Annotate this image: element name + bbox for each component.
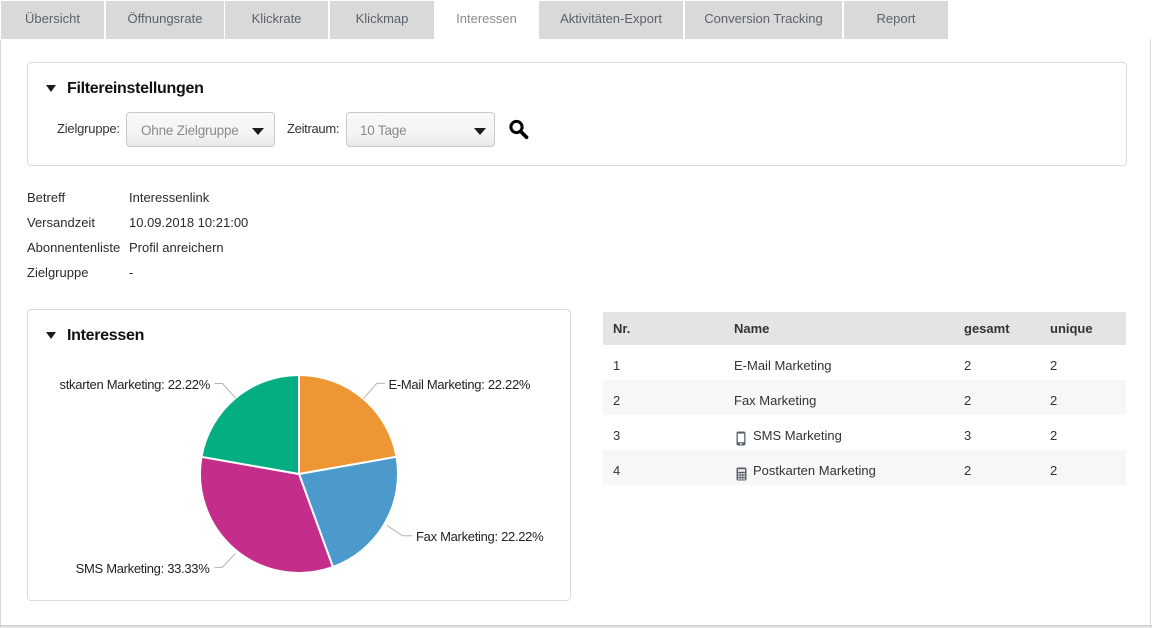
svg-text:E-Mail Marketing: 22.22%: E-Mail Marketing: 22.22% — [389, 377, 531, 392]
svg-text:SMS Marketing: 33.33%: SMS Marketing: 33.33% — [76, 561, 211, 576]
svg-text:Fax Marketing: 22.22%: Fax Marketing: 22.22% — [416, 529, 544, 544]
svg-text:stkarten Marketing: 22.22%: stkarten Marketing: 22.22% — [60, 377, 211, 392]
